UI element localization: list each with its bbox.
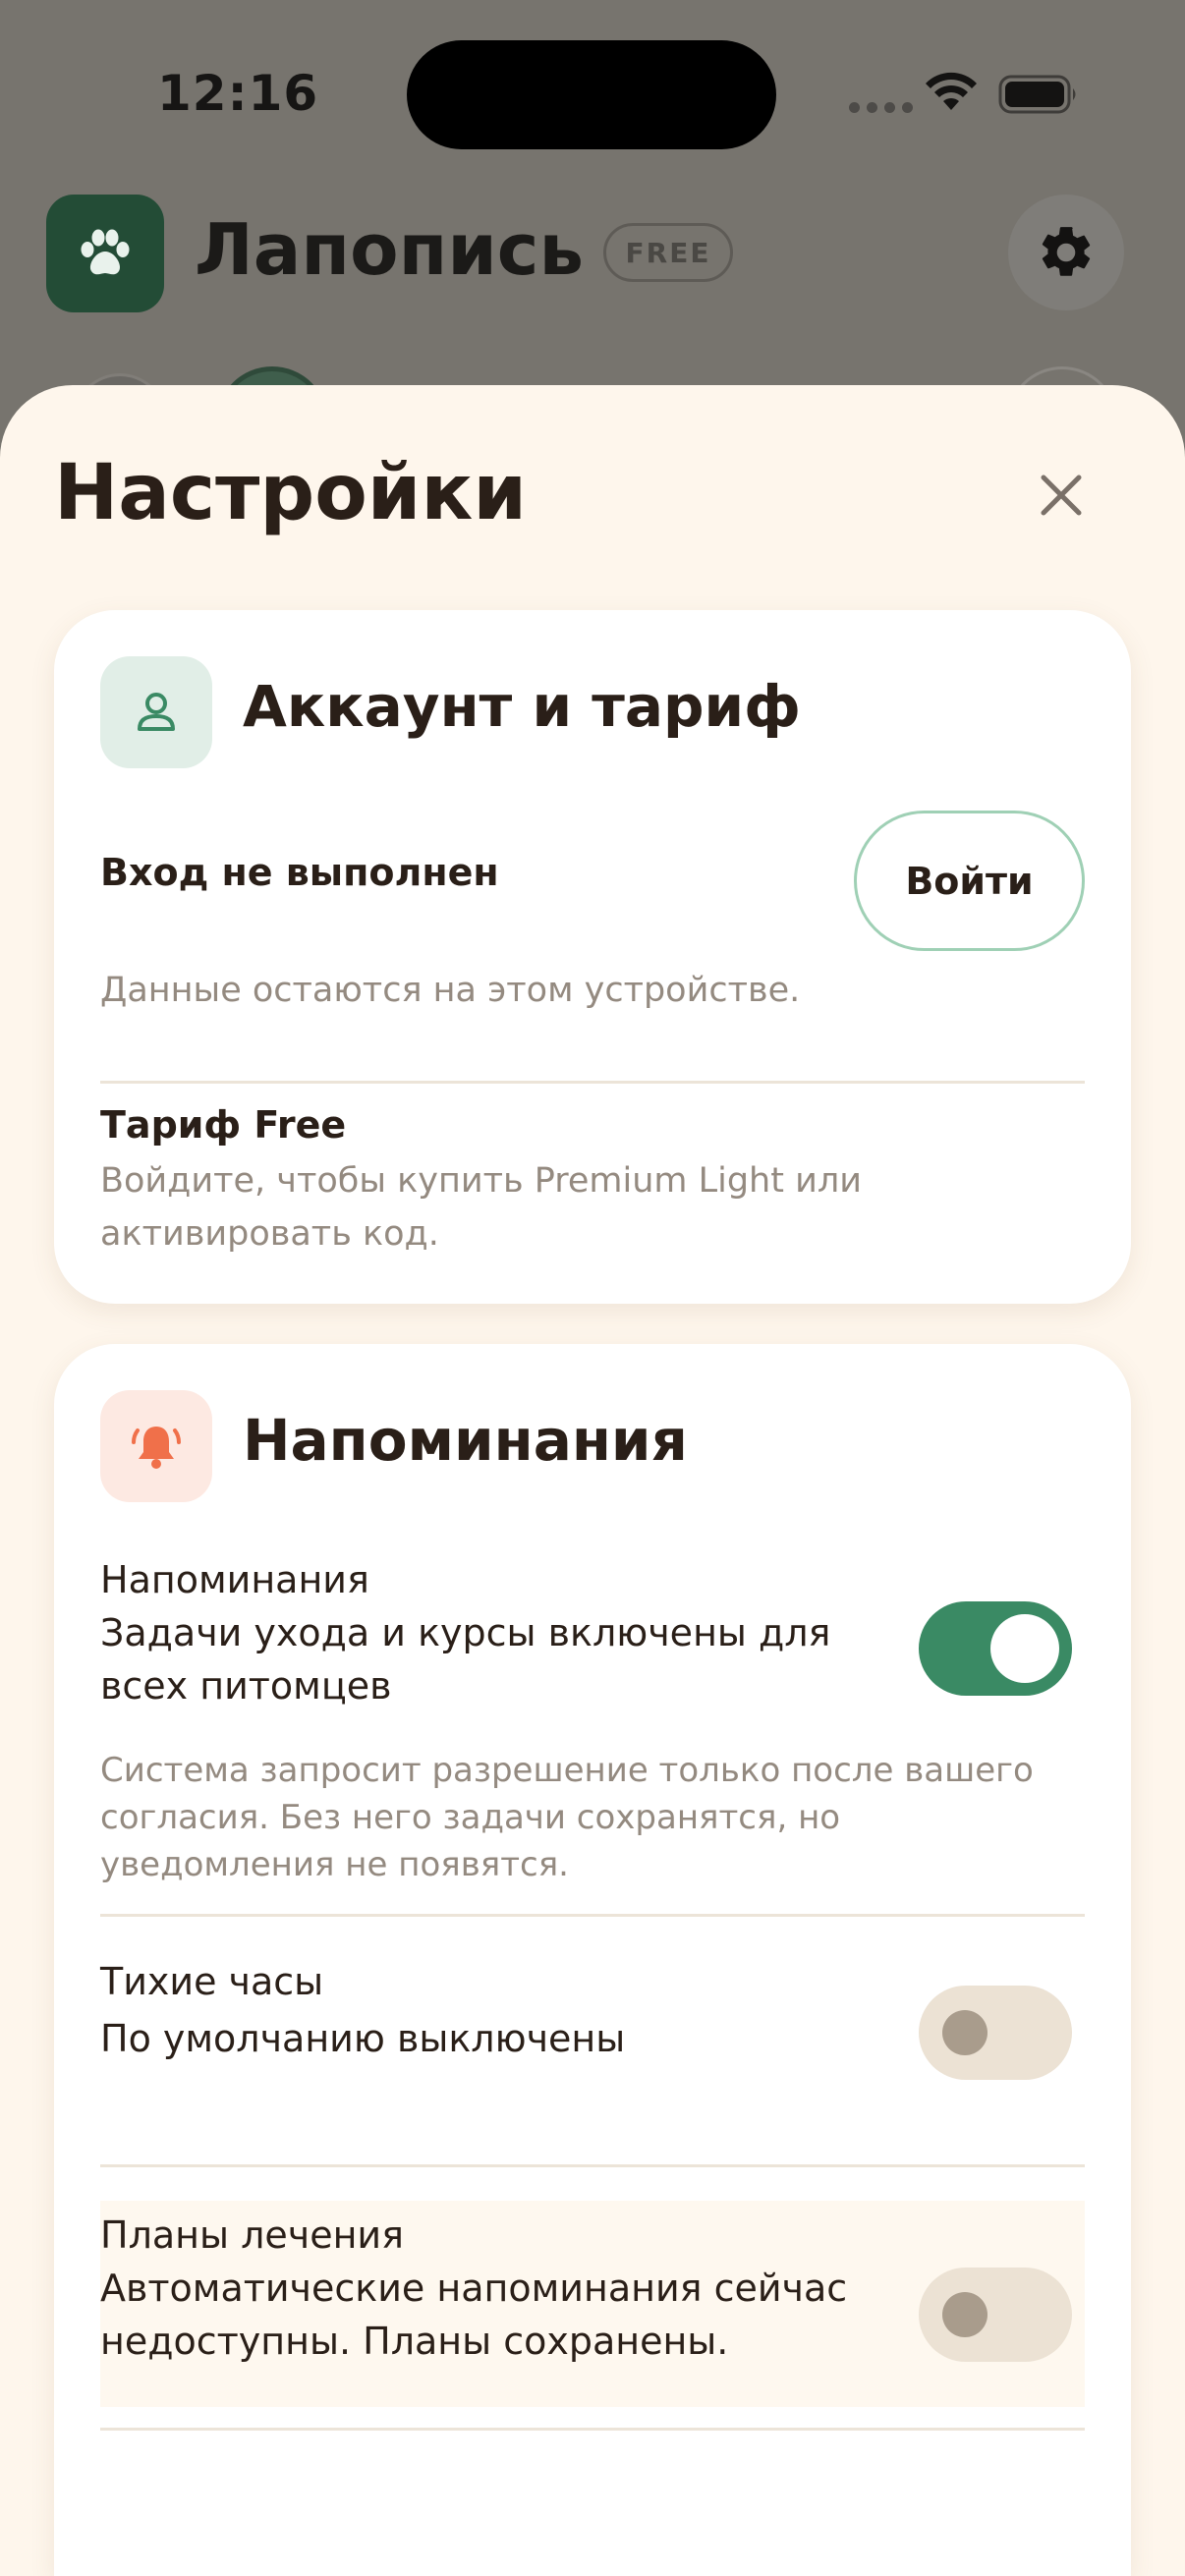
- permission-note-line3: уведомления не появятся.: [100, 1845, 569, 1884]
- permission-note-line2: согласия. Без него задачи сохранятся, но: [100, 1798, 841, 1837]
- login-status: Вход не выполнен: [100, 851, 499, 894]
- plan-note-line1: Войдите, чтобы купить Premium Light или: [100, 1161, 862, 1201]
- quiet-hours-toggle[interactable]: [919, 1986, 1072, 2080]
- treatment-plans-desc-line2: недоступны. Планы сохранены.: [100, 2320, 729, 2363]
- status-time: 12:16: [157, 65, 319, 122]
- reminders-icon-tile: [100, 1390, 212, 1502]
- login-note: Данные остаются на этом устройстве.: [100, 971, 801, 1010]
- close-button[interactable]: [1022, 456, 1100, 534]
- account-heading: Аккаунт и тариф: [243, 673, 801, 740]
- reminders-card: Напоминания Напоминания Задачи ухода и к…: [54, 1344, 1131, 2576]
- toggle-knob: [942, 2010, 988, 2055]
- battery-icon: [998, 75, 1076, 114]
- app-logo: [46, 195, 164, 312]
- divider: [100, 1081, 1085, 1084]
- settings-sheet: Настройки Аккаунт и тариф Вход не выполн…: [0, 385, 1185, 2576]
- reminders-desc-line1: Задачи ухода и курсы включены для: [100, 1611, 831, 1654]
- quiet-hours-title: Тихие часы: [100, 1960, 324, 2003]
- plan-note-line2: активировать код.: [100, 1214, 439, 1254]
- plan-badge: FREE: [603, 223, 733, 282]
- dynamic-island: [407, 40, 776, 149]
- settings-button[interactable]: [1008, 195, 1124, 310]
- account-icon-tile: [100, 656, 212, 768]
- sheet-title: Настройки: [54, 449, 528, 537]
- app-header: Лапопись FREE: [0, 187, 1185, 478]
- paw-icon: [81, 229, 130, 275]
- reminders-heading: Напоминания: [243, 1407, 688, 1474]
- toggle-knob: [942, 2292, 988, 2337]
- plan-title: Тариф Free: [100, 1103, 347, 1147]
- cellular-signal-icon: [849, 102, 913, 113]
- reminders-desc-line2: всех питомцев: [100, 1664, 392, 1708]
- status-bar: 12:16: [0, 0, 1185, 187]
- user-icon: [138, 693, 175, 731]
- reminders-toggle[interactable]: [919, 1601, 1072, 1696]
- divider: [100, 2428, 1085, 2431]
- divider: [100, 2164, 1085, 2167]
- login-button[interactable]: Войти: [854, 811, 1085, 951]
- toggle-knob: [990, 1614, 1059, 1683]
- treatment-plans-title: Планы лечения: [100, 2213, 404, 2257]
- wifi-icon: [926, 72, 977, 110]
- treatment-plans-desc-line1: Автоматические напоминания сейчас: [100, 2267, 848, 2310]
- divider: [100, 1914, 1085, 1917]
- close-icon: [1041, 475, 1082, 516]
- reminders-title: Напоминания: [100, 1558, 369, 1601]
- app-title: Лапопись: [195, 208, 584, 291]
- permission-note-line1: Система запросит разрешение только после…: [100, 1751, 1034, 1790]
- treatment-plans-toggle[interactable]: [919, 2268, 1072, 2362]
- bell-icon: [132, 1427, 181, 1469]
- gear-icon: [1042, 227, 1091, 276]
- account-card: Аккаунт и тариф Вход не выполнен Войти Д…: [54, 610, 1131, 1304]
- quiet-hours-desc: По умолчанию выключены: [100, 2017, 626, 2060]
